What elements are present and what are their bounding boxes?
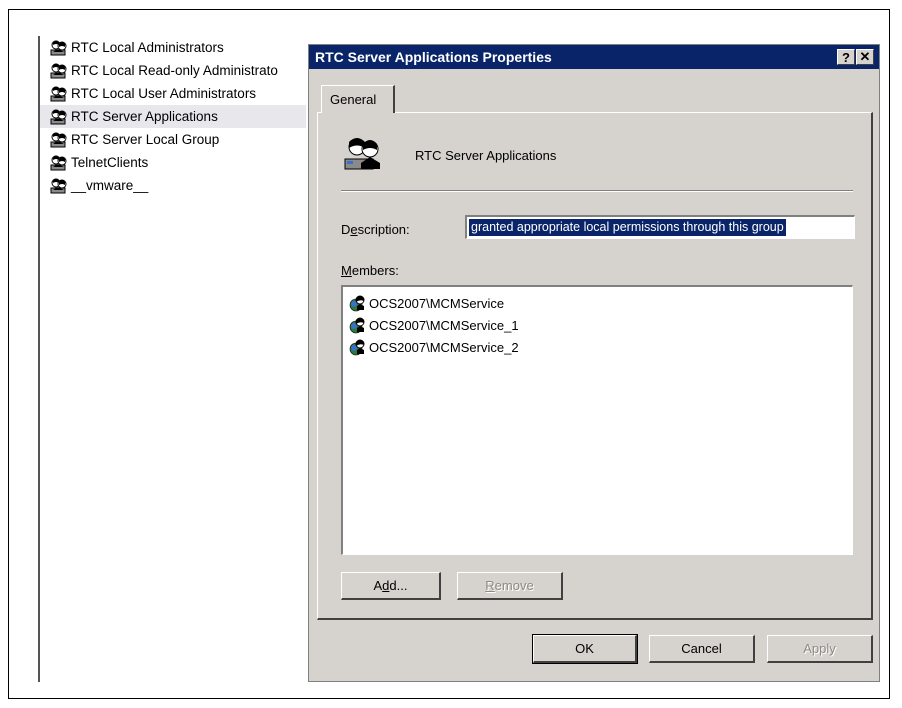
- group-list-item-label: RTC Server Applications: [71, 109, 218, 124]
- group-list-item-label: RTC Local User Administrators: [71, 86, 257, 101]
- dialog-titlebar[interactable]: RTC Server Applications Properties: [309, 45, 879, 69]
- dialog-title: RTC Server Applications Properties: [315, 49, 552, 65]
- user-icon: [349, 316, 367, 334]
- member-list-item[interactable]: OCS2007\MCMService: [343, 292, 852, 314]
- group-list-item-label: RTC Local Read-only Administrato: [71, 63, 278, 78]
- member-name: OCS2007\MCMService: [369, 295, 505, 311]
- group-list-item[interactable]: RTC Server Local Group: [40, 128, 306, 151]
- ok-button[interactable]: OK: [532, 634, 638, 664]
- user-icon: [349, 294, 367, 312]
- member-name: OCS2007\MCMService_1: [369, 317, 519, 333]
- group-list-item-label: TelnetClients: [71, 155, 149, 170]
- members-list[interactable]: OCS2007\MCMService OCS2007\MCMService_1 OC…: [341, 285, 853, 555]
- help-button[interactable]: ?: [837, 49, 855, 65]
- description-label: Description:: [341, 222, 410, 237]
- group-name-label: RTC Server Applications: [415, 148, 557, 163]
- groups-list-panel[interactable]: RTC Local Administrators RTC Local Read-o…: [38, 36, 306, 682]
- member-name: OCS2007\MCMService_2: [369, 339, 519, 355]
- group-list-item[interactable]: RTC Local Administrators: [40, 36, 306, 59]
- close-button[interactable]: ✕: [856, 49, 874, 65]
- users-group-icon: [50, 131, 68, 149]
- group-list-item-label: RTC Local Administrators: [71, 40, 224, 55]
- users-group-icon: [50, 154, 68, 172]
- users-group-icon: [50, 39, 68, 57]
- group-list-item[interactable]: TelnetClients: [40, 151, 306, 174]
- description-value: granted appropriate local permissions th…: [469, 219, 786, 236]
- group-list-item[interactable]: __vmware__: [40, 174, 306, 197]
- apply-button[interactable]: Apply: [767, 635, 873, 663]
- separator: [341, 190, 853, 192]
- user-icon: [349, 338, 367, 356]
- description-field[interactable]: granted appropriate local permissions th…: [465, 215, 855, 239]
- users-group-icon: [50, 108, 68, 126]
- help-icon: ?: [842, 49, 850, 65]
- group-list-item[interactable]: RTC Server Applications: [40, 105, 306, 128]
- users-group-icon: [50, 85, 68, 103]
- close-icon: ✕: [859, 49, 871, 64]
- group-list-item-label: RTC Server Local Group: [71, 132, 220, 147]
- add-button[interactable]: Ad d...: [341, 572, 441, 600]
- cancel-button[interactable]: Cancel: [649, 635, 755, 663]
- users-group-icon: [50, 177, 68, 195]
- users-group-icon: [50, 62, 68, 80]
- properties-dialog: RTC Server Applications Properties ? ✕ G…: [308, 44, 880, 682]
- users-group-icon: [344, 138, 380, 170]
- members-label: Members:: [341, 263, 399, 278]
- group-list-item[interactable]: RTC Local User Administrators: [40, 82, 306, 105]
- remove-button[interactable]: Remove: [457, 572, 563, 600]
- member-list-item[interactable]: OCS2007\MCMService_1: [343, 314, 852, 336]
- group-list-item[interactable]: RTC Local Read-only Administrato: [40, 59, 306, 82]
- tab-general-label: General: [330, 92, 377, 107]
- group-list-item-label: __vmware__: [71, 178, 149, 193]
- member-list-item[interactable]: OCS2007\MCMService_2: [343, 336, 852, 358]
- tab-general[interactable]: General: [321, 85, 395, 113]
